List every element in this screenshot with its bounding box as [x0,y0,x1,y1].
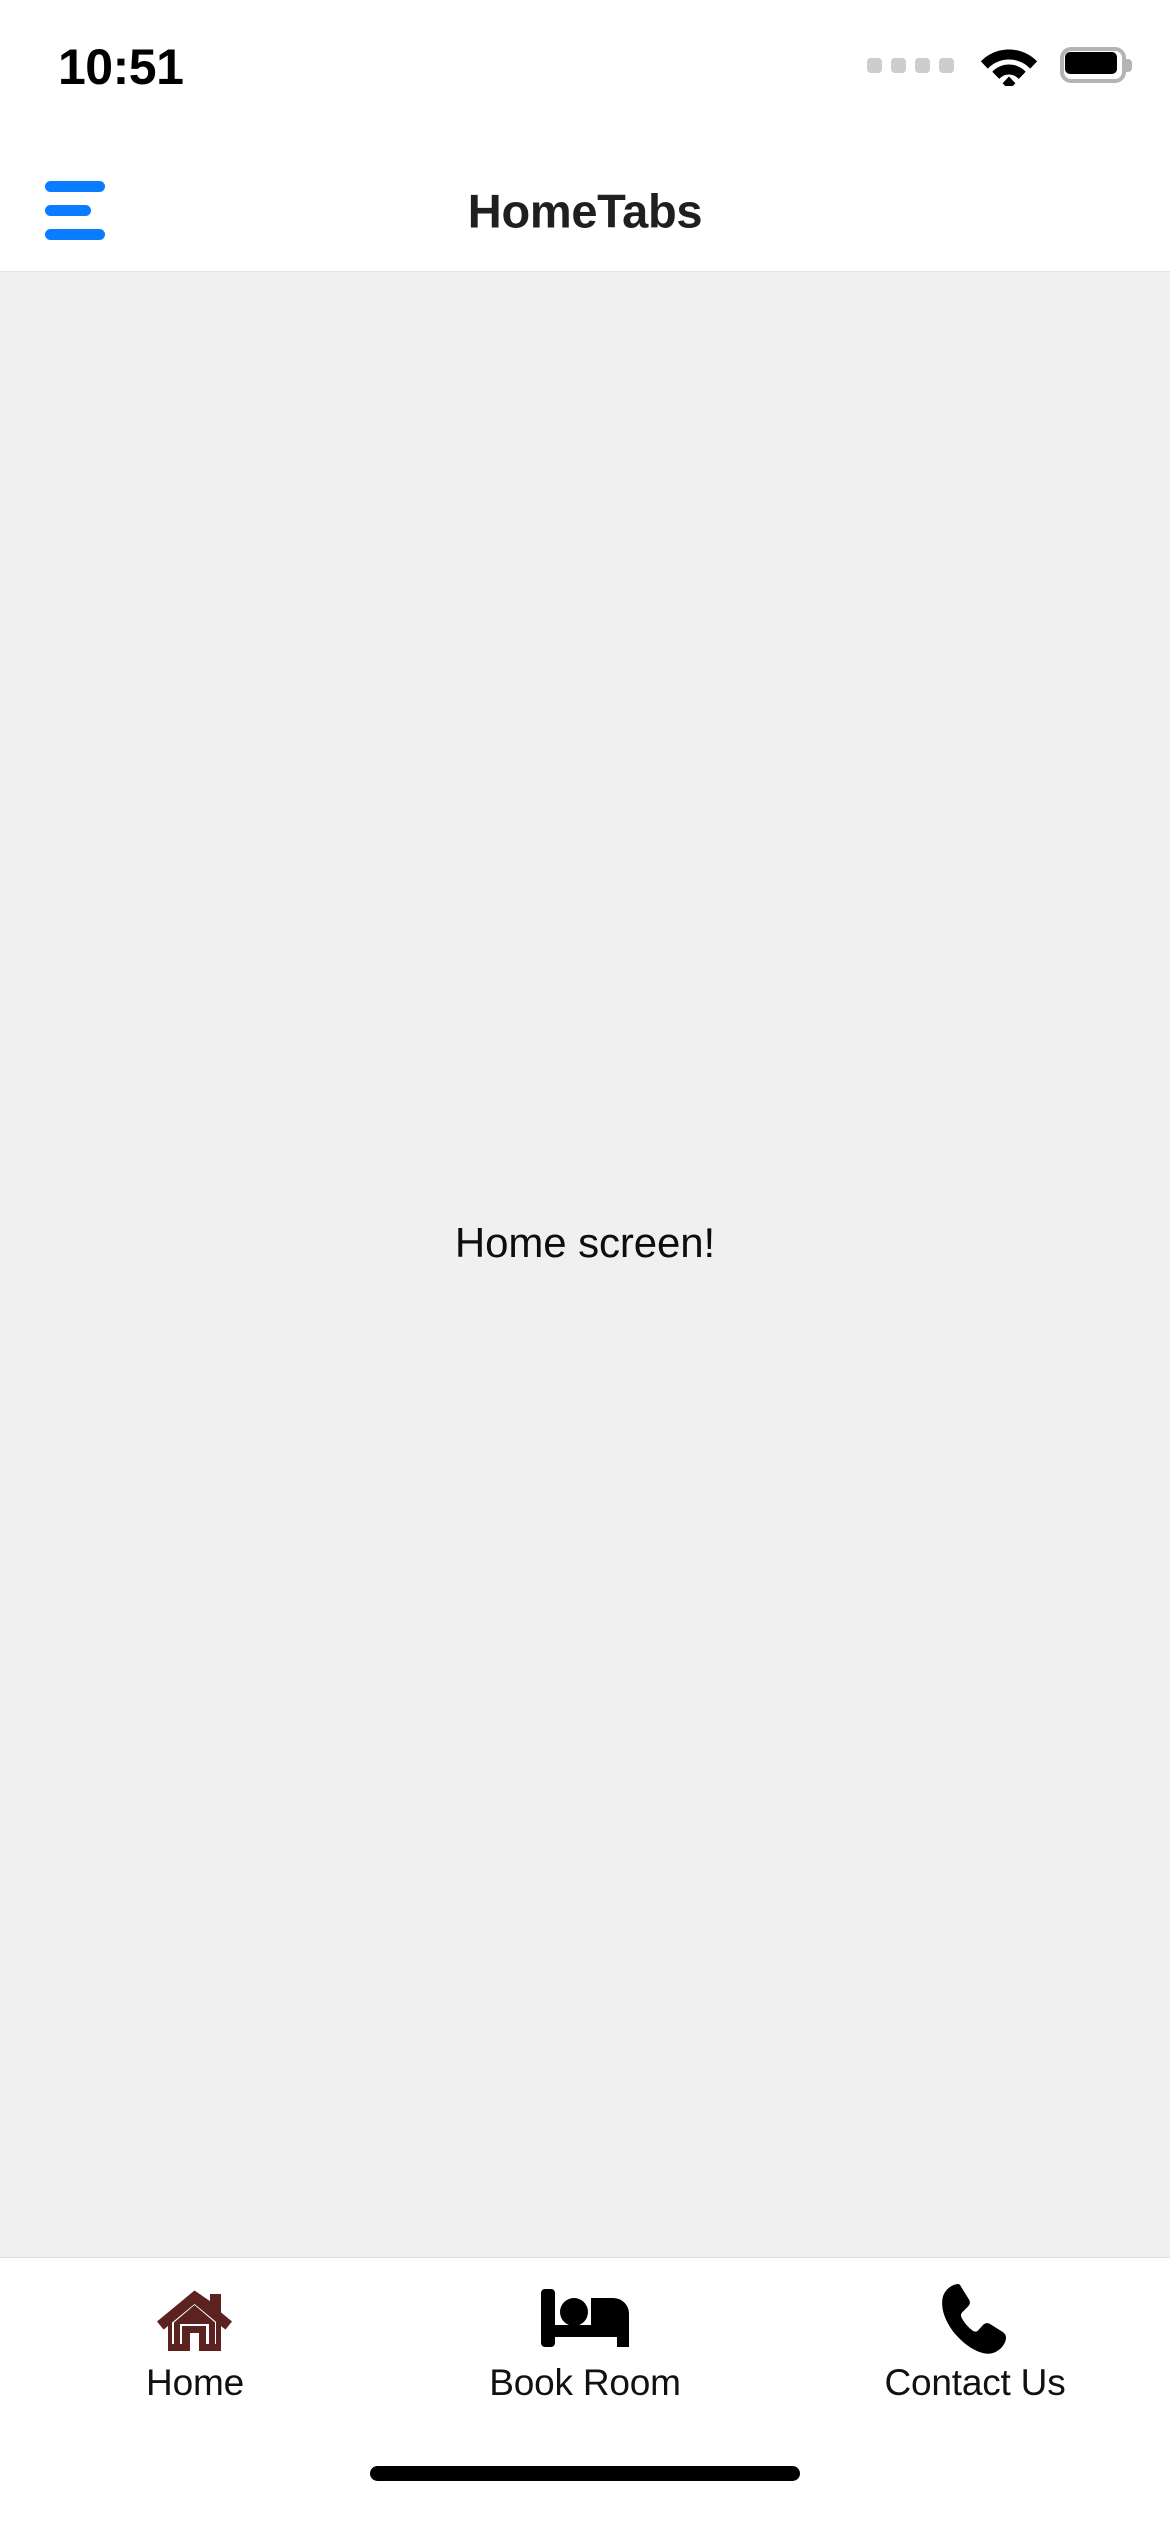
tab-label-contact-us: Contact Us [884,2362,1066,2403]
bottom-tab-bar: Home Book Room Contact Us [0,2257,1170,2440]
phone-icon [936,2280,1014,2358]
battery-full-icon [1060,47,1132,83]
content-message: Home screen! [454,1218,716,1266]
status-bar-indicators [867,44,1132,86]
tab-book-room[interactable]: Book Room [390,2280,780,2401]
home-indicator[interactable] [370,2466,800,2481]
house-icon [154,2280,236,2358]
tab-home[interactable]: Home [0,2280,390,2401]
tab-label-home: Home [146,2362,244,2403]
app-screen: 10:51 HomeTabs Home screen! Home Book Ro… [0,0,1170,2532]
home-indicator-area [0,2440,1170,2532]
wifi-icon [980,49,1038,86]
bed-icon [537,2280,633,2358]
status-bar-time: 10:51 [58,39,184,95]
tab-label-book-room: Book Room [489,2362,681,2403]
tab-contact-us[interactable]: Contact Us [780,2280,1170,2401]
status-bar: 10:51 [0,0,1170,150]
signal-dots-icon [867,57,954,73]
page-title: HomeTabs [467,184,703,237]
content-area: Home screen! [0,272,1170,2257]
navigation-header: HomeTabs [0,150,1170,272]
